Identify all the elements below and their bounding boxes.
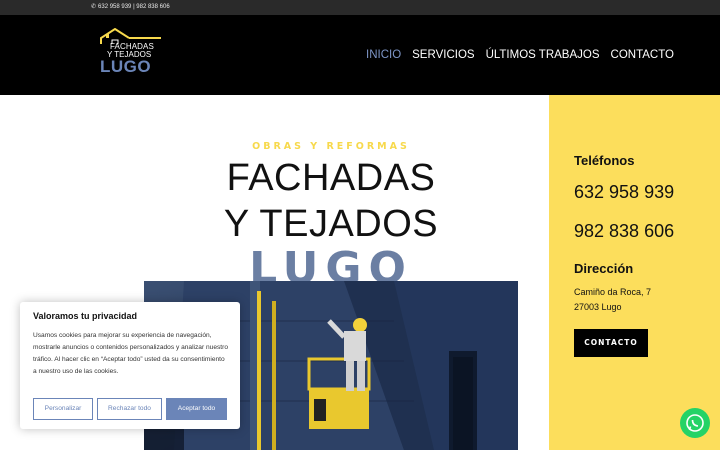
cookie-body: Usamos cookies para mejorar su experienc… <box>33 332 228 375</box>
top-contact-bar: ✆ 632 958 939 | 982 838 606 <box>0 0 720 15</box>
site-logo[interactable]: FACHADAS Y TEJADOS LUGO <box>99 28 163 78</box>
cookie-reject-button[interactable]: Rechazar todo <box>97 398 162 420</box>
phone-icon: ✆ <box>91 4 97 10</box>
main-nav: INICIO SERVICIOS ÚLTIMOS TRABAJOS CONTAC… <box>366 49 685 61</box>
sidebar-phone-2[interactable]: 982 838 606 <box>574 221 674 242</box>
address-line1: Camiño da Roca, 7 <box>574 287 652 297</box>
sidebar-phone-1[interactable]: 632 958 939 <box>574 182 674 203</box>
hero-title-line1: FACHADAS <box>226 157 436 199</box>
logo-line3: LUGO <box>100 57 152 76</box>
cookie-consent-dialog: Valoramos tu privacidad Usamos cookies p… <box>20 302 240 429</box>
phones-heading: Teléfonos <box>574 153 635 168</box>
whatsapp-button[interactable] <box>680 408 710 438</box>
hero-title-line2: Y TEJADOS <box>223 203 439 245</box>
top-phones-text[interactable]: 632 958 939 | 982 838 606 <box>98 4 170 10</box>
contact-button[interactable]: CONTACTO <box>574 329 648 357</box>
cookie-accept-button[interactable]: Aceptar todo <box>166 398 227 420</box>
address-heading: Dirección <box>574 261 634 276</box>
cookie-customize-button[interactable]: Personalizar <box>33 398 93 420</box>
address-line2: 27003 Lugo <box>574 302 622 312</box>
nav-item-ultimos-trabajos[interactable]: ÚLTIMOS TRABAJOS <box>486 49 600 61</box>
top-phones: ✆ 632 958 939 | 982 838 606 <box>91 3 170 11</box>
nav-item-inicio[interactable]: INICIO <box>366 49 401 61</box>
contact-sidebar: Teléfonos 632 958 939 982 838 606 Direcc… <box>549 95 720 450</box>
nav-item-contacto[interactable]: CONTACTO <box>611 49 674 61</box>
whatsapp-icon <box>686 414 704 432</box>
cookie-title: Valoramos tu privacidad <box>33 311 138 321</box>
site-header: FACHADAS Y TEJADOS LUGO INICIO SERVICIOS… <box>0 15 720 95</box>
nav-item-servicios[interactable]: SERVICIOS <box>412 49 474 61</box>
hero-eyebrow: OBRAS Y REFORMAS <box>252 141 410 152</box>
